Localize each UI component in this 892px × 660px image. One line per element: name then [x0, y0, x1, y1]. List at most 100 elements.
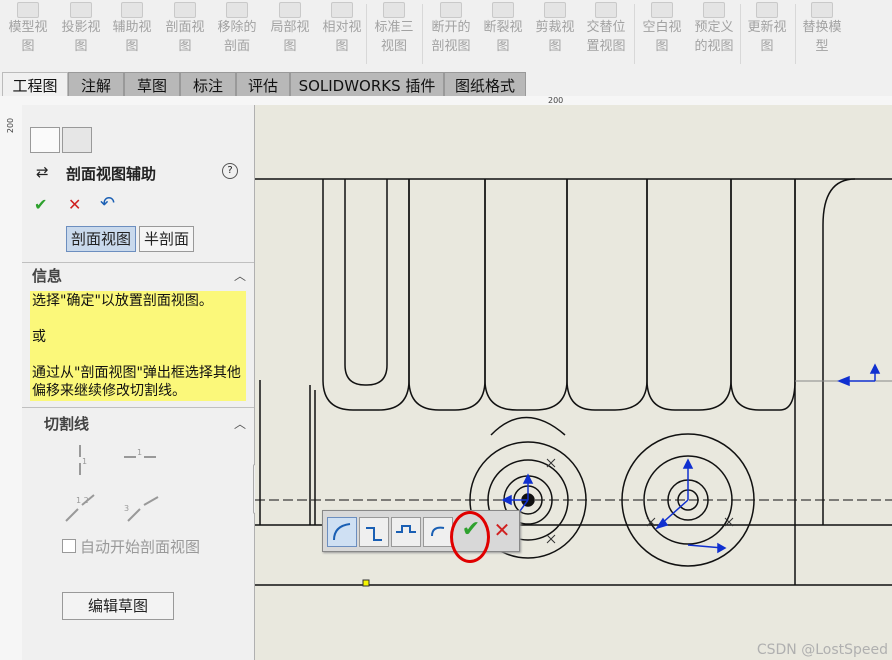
info-line-1: 选择"确定"以放置剖面视图。: [32, 293, 213, 309]
ribbon-item-label: 模型视 图: [8, 20, 48, 54]
ribbon-item-label: 局部视 图: [270, 20, 310, 54]
ruler-left: 200: [0, 105, 23, 660]
view-tool-icon: [492, 2, 514, 18]
ribbon-item[interactable]: 辅助视 图: [106, 0, 158, 70]
mode-section-view-button[interactable]: 剖面视图: [66, 226, 137, 252]
ribbon-separator: [795, 4, 796, 64]
cut-line-aligned-icon[interactable]: 1 2: [62, 491, 98, 525]
tab-0[interactable]: 工程图: [2, 72, 68, 99]
popup-undo-button[interactable]: [423, 517, 453, 547]
ribbon-separator: [422, 4, 423, 64]
collapse-chevron-icon[interactable]: ︿: [234, 267, 246, 284]
undo-button[interactable]: ↶: [100, 193, 115, 214]
tab-3[interactable]: 标注: [180, 72, 236, 99]
view-tool-icon: [383, 2, 405, 18]
ribbon-item[interactable]: 相对视 图: [316, 0, 368, 70]
ribbon-item[interactable]: 断开的 剖视图: [425, 0, 477, 70]
ruler-left-mark: 200: [6, 117, 16, 134]
ribbon-item-label: 投影视 图: [61, 20, 101, 54]
cut-line-auxiliary-icon[interactable]: 3: [122, 491, 162, 525]
divider: [22, 407, 254, 408]
info-line-3: 通过从"剖面视图"弹出框选择其他偏移来继续修改切割线。: [32, 365, 241, 399]
popup-single-offset-button[interactable]: [359, 517, 389, 547]
ribbon-item-label: 交替位 置视图: [586, 20, 626, 54]
info-message-box: 选择"确定"以放置剖面视图。 或 通过从"剖面视图"弹出框选择其他偏移来继续修改…: [30, 291, 246, 401]
popup-notch-offset-button[interactable]: [391, 517, 421, 547]
view-tool-icon: [595, 2, 617, 18]
view-tool-icon: [174, 2, 196, 18]
cut-line-horizontal-icon[interactable]: 1: [122, 449, 158, 469]
view-tool-icon: [651, 2, 673, 18]
ribbon-item-label: 断裂视 图: [483, 20, 523, 54]
ribbon-item-label: 预定义 的视图: [694, 20, 734, 54]
pm-tab-propertymanager[interactable]: [30, 127, 60, 153]
ribbon-item[interactable]: 移除的 剖面: [211, 0, 263, 70]
ribbon-item-label: 移除的 剖面: [217, 20, 257, 54]
ruler-top-mark: 200: [548, 96, 564, 105]
popup-arc-offset-button[interactable]: [327, 517, 357, 547]
cut-line-header: 切割线: [44, 415, 90, 433]
ribbon-item[interactable]: 断裂视 图: [477, 0, 529, 70]
ribbon-item[interactable]: 更新视 图: [741, 0, 793, 70]
drawing-canvas[interactable]: [255, 105, 892, 660]
command-ribbon: 模型视 图投影视 图辅助视 图剖面视 图移除的 剖面 局部视 图相对视 图标准三 …: [0, 0, 892, 73]
ok-button[interactable]: ✔: [34, 195, 47, 214]
tab-2[interactable]: 草图: [124, 72, 180, 99]
auto-start-label: 自动开始剖面视图: [80, 538, 201, 556]
tab-4[interactable]: 评估: [236, 72, 290, 99]
ribbon-item[interactable]: 空白视 图: [636, 0, 688, 70]
cut-line-vertical-icon[interactable]: 1: [70, 443, 92, 477]
ribbon-item[interactable]: 标准三 视图: [368, 0, 420, 70]
cancel-button[interactable]: ✕: [68, 195, 81, 214]
ribbon-item[interactable]: 局部视 图: [264, 0, 316, 70]
tab-1[interactable]: 注解: [68, 72, 124, 99]
mode-half-section-button[interactable]: 半剖面: [139, 226, 195, 252]
divider: [22, 262, 254, 263]
section-assist-icon: ⇄: [36, 163, 49, 181]
view-tool-icon: [811, 2, 833, 18]
view-tool-icon: [121, 2, 143, 18]
popup-cancel-button[interactable]: ✕: [489, 515, 515, 545]
view-tool-icon: [703, 2, 725, 18]
ribbon-item[interactable]: 模型视 图: [2, 0, 54, 70]
svg-text:1 2: 1 2: [76, 496, 89, 505]
section-view-popup: ✔ ✕: [322, 510, 520, 552]
ribbon-item-label: 剖面视 图: [165, 20, 205, 54]
drawing-geometry: [255, 178, 892, 587]
ribbon-separator: [740, 4, 741, 64]
view-tool-icon: [279, 2, 301, 18]
ribbon-item[interactable]: 剖面视 图: [159, 0, 211, 70]
ribbon-item-label: 断开的 剖视图: [431, 20, 471, 54]
ribbon-item-label: 辅助视 图: [112, 20, 152, 54]
help-icon[interactable]: ?: [222, 163, 238, 179]
view-tool-icon: [17, 2, 39, 18]
collapse-chevron-icon[interactable]: ︿: [234, 415, 246, 432]
ribbon-item[interactable]: 投影视 图: [55, 0, 107, 70]
ribbon-item[interactable]: 交替位 置视图: [580, 0, 632, 70]
edit-sketch-button[interactable]: 编辑草图: [62, 592, 174, 620]
ribbon-item-label: 标准三 视图: [374, 20, 414, 54]
ribbon-item-label: 剪裁视 图: [535, 20, 575, 54]
ribbon-item[interactable]: 替换模 型: [796, 0, 848, 70]
info-line-2: 或: [32, 329, 46, 345]
tab-5[interactable]: SOLIDWORKS 插件: [290, 72, 444, 99]
svg-text:1: 1: [137, 449, 142, 457]
auto-start-checkbox[interactable]: [62, 539, 76, 553]
view-tool-icon: [331, 2, 353, 18]
property-manager: ⇄ 剖面视图辅助 ? ✔ ✕ ↶ 剖面视图 半剖面 信息 ︿ 选择"确定"以放置…: [22, 105, 255, 660]
highlight-circle: [450, 511, 490, 563]
ribbon-separator: [366, 4, 367, 64]
ribbon-item[interactable]: 剪裁视 图: [529, 0, 581, 70]
ribbon-item-label: 相对视 图: [322, 20, 362, 54]
ribbon-item-label: 空白视 图: [642, 20, 682, 54]
view-tool-icon: [544, 2, 566, 18]
ribbon-item[interactable]: 预定义 的视图: [688, 0, 740, 70]
pm-tab-featuremanager[interactable]: [62, 127, 92, 153]
view-tool-icon: [756, 2, 778, 18]
tab-6[interactable]: 图纸格式: [444, 72, 526, 99]
ribbon-item-label: 更新视 图: [747, 20, 787, 54]
view-tool-icon: [70, 2, 92, 18]
watermark: CSDN @LostSpeed: [756, 642, 888, 658]
pm-title: 剖面视图辅助: [66, 165, 157, 183]
view-tool-icon: [440, 2, 462, 18]
